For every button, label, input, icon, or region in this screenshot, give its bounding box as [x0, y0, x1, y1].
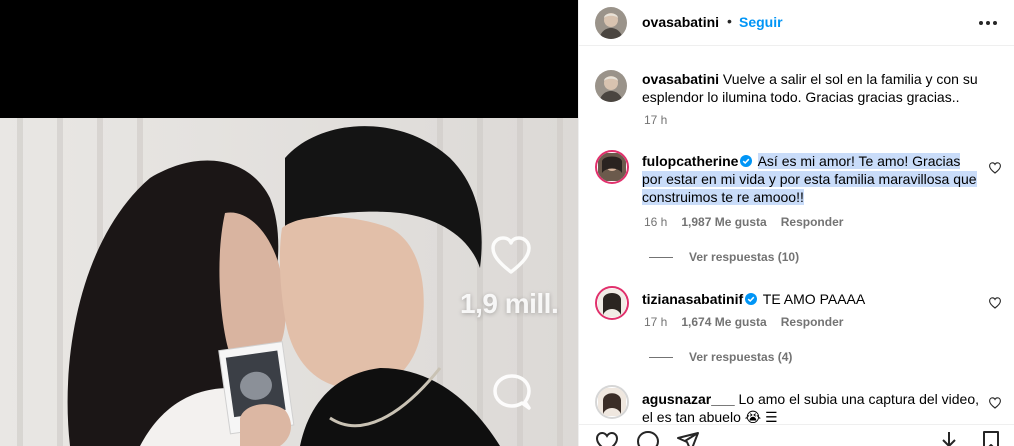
- comment-likes[interactable]: 1,987 Me gusta: [681, 215, 766, 229]
- avatar[interactable]: [595, 385, 629, 419]
- comment-text: TE AMO PAAAA: [762, 291, 866, 307]
- overlay-like-count: 1,9 mill.: [460, 288, 559, 319]
- heart-icon[interactable]: [989, 397, 1001, 409]
- reply-button[interactable]: Responder: [781, 215, 844, 229]
- heart-icon[interactable]: [989, 162, 1001, 174]
- share-icon[interactable]: [676, 430, 700, 446]
- heart-icon[interactable]: [595, 430, 619, 446]
- comment-meta: 17 h 1,674 Me gusta Responder: [644, 315, 857, 329]
- replies-divider: [649, 256, 673, 258]
- post-media[interactable]: 1,9 mill.: [0, 0, 578, 446]
- caption-username[interactable]: ovasabatini: [642, 71, 719, 87]
- post-caption: ovasabatini Vuelve a salir el sol en la …: [642, 70, 1002, 106]
- comment-time[interactable]: 17 h: [644, 315, 667, 329]
- avatar[interactable]: [595, 70, 627, 102]
- follow-button[interactable]: Seguir: [739, 14, 783, 30]
- comment-likes[interactable]: 1,674 Me gusta: [681, 315, 766, 329]
- caption-timestamp[interactable]: 17 h: [644, 113, 667, 127]
- separator-dot: •: [727, 13, 732, 29]
- comment-meta: 16 h 1,987 Me gusta Responder: [644, 215, 857, 229]
- avatar[interactable]: [595, 150, 629, 184]
- verified-icon: [740, 155, 753, 167]
- heart-icon[interactable]: [989, 297, 1001, 309]
- view-replies-button[interactable]: Ver respuestas (4): [649, 350, 792, 364]
- action-bar: [579, 424, 1014, 446]
- post-panel: ovasabatini • Seguir ovasabatini Vuelve …: [578, 0, 1014, 446]
- comment-username[interactable]: fulopcatherine: [642, 153, 738, 169]
- comment-body: fulopcatherine Así es mi amor! Te amo! G…: [642, 152, 982, 206]
- view-replies-label[interactable]: Ver respuestas (4): [689, 350, 792, 364]
- avatar[interactable]: [595, 286, 629, 320]
- post-header: ovasabatini • Seguir: [579, 0, 1014, 46]
- comment-time[interactable]: 16 h: [644, 215, 667, 229]
- replies-divider: [649, 356, 673, 358]
- view-replies-label[interactable]: Ver respuestas (10): [689, 250, 799, 264]
- heart-icon[interactable]: [490, 236, 532, 276]
- comment-username[interactable]: agusnazar___: [642, 391, 735, 407]
- save-icon[interactable]: [979, 430, 1003, 446]
- comment-body: agusnazar___ Lo amo el subia una captura…: [642, 390, 982, 426]
- view-replies-button[interactable]: Ver respuestas (10): [649, 250, 799, 264]
- avatar[interactable]: [595, 7, 627, 39]
- reply-button[interactable]: Responder: [781, 315, 844, 329]
- comment-username[interactable]: tizianasabatinif: [642, 291, 743, 307]
- comment-icon[interactable]: [492, 374, 532, 412]
- verified-icon: [745, 293, 758, 305]
- more-icon[interactable]: [977, 13, 999, 33]
- comment-icon[interactable]: [636, 430, 660, 446]
- download-icon[interactable]: [937, 430, 961, 446]
- header-username[interactable]: ovasabatini: [642, 14, 719, 30]
- comment-body: tizianasabatinif TE AMO PAAAA: [642, 290, 982, 308]
